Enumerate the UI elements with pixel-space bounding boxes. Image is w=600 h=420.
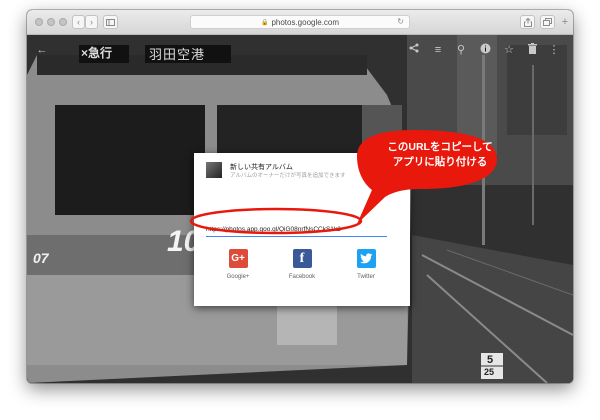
browser-window: ‹ › 🔒 photos.google.com ↻ + ×急行 羽田空港 10 …	[27, 10, 573, 383]
back-arrow-icon[interactable]: ←	[35, 43, 49, 57]
share-icon[interactable]	[407, 43, 421, 57]
close-window-button[interactable]	[35, 18, 43, 26]
delete-icon[interactable]	[525, 43, 539, 57]
track-marker-bottom: 25	[484, 367, 495, 377]
google-plus-icon: G+	[228, 249, 248, 268]
reload-icon[interactable]: ↻	[397, 17, 404, 26]
share-google-plus-button[interactable]: G+ Google+	[213, 249, 263, 280]
sidebar-button[interactable]	[103, 15, 118, 29]
chevron-left-icon: ‹	[77, 16, 80, 27]
zoom-icon[interactable]: ⚲	[454, 43, 468, 57]
plus-icon: +	[561, 15, 569, 28]
sidebar-icon	[106, 18, 115, 26]
chevron-right-icon: ›	[90, 16, 93, 27]
annotation-callout: このURLをコピーして アプリに貼り付ける	[376, 140, 504, 170]
tabs-icon	[543, 18, 552, 26]
back-button[interactable]: ‹	[72, 15, 85, 29]
share-label: Twitter	[357, 274, 375, 280]
share-icon	[523, 17, 532, 27]
more-options-icon[interactable]: ⋮	[547, 43, 561, 57]
address-text: photos.google.com	[271, 17, 340, 27]
share-label: Google+	[226, 274, 250, 280]
tabs-overview-button[interactable]	[540, 15, 555, 29]
share-dialog: 新しい共有アルバム アルバムのオーナーだけが写真を追加できます https://…	[194, 153, 410, 306]
album-thumbnail	[206, 162, 222, 178]
album-description: アルバムのオーナーだけが写真を追加できます	[230, 173, 346, 179]
album-title: 新しい共有アルバム	[230, 164, 293, 171]
share-label: Facebook	[288, 274, 316, 280]
info-icon[interactable]	[478, 43, 492, 57]
browser-toolbar: ‹ › 🔒 photos.google.com ↻ +	[27, 10, 573, 35]
share-page-button[interactable]	[520, 15, 535, 29]
star-icon[interactable]: ☆	[502, 43, 516, 57]
minimize-window-button[interactable]	[47, 18, 55, 26]
zoom-window-button[interactable]	[59, 18, 67, 26]
annotation-line-2: アプリに貼り付ける	[392, 156, 488, 168]
track-marker-top: 5	[487, 354, 494, 366]
forward-button[interactable]: ›	[85, 15, 98, 29]
new-tab-button[interactable]: +	[559, 15, 571, 29]
facebook-icon: f	[292, 249, 312, 268]
share-url-field[interactable]: https://photos.app.goo.gl/QiG08nrfNsCCkS…	[206, 223, 387, 237]
destination-sign-type: ×急行	[81, 46, 113, 60]
annotation-line-1: このURLをコピーして	[387, 141, 493, 153]
adjust-icon[interactable]: ≡	[431, 43, 445, 57]
share-twitter-button[interactable]: Twitter	[341, 249, 391, 280]
side-number: 07	[33, 250, 49, 266]
twitter-icon	[356, 249, 376, 268]
photo-viewer: ×急行 羽田空港 10 07 5 25 ← ≡ ⚲ ☆ ⋮ 新しい共有アルバム …	[27, 35, 573, 383]
destination-sign-name: 羽田空港	[149, 47, 206, 62]
lock-icon: 🔒	[260, 19, 269, 26]
address-bar[interactable]: 🔒 photos.google.com ↻	[190, 15, 410, 29]
share-facebook-button[interactable]: f Facebook	[277, 249, 327, 280]
